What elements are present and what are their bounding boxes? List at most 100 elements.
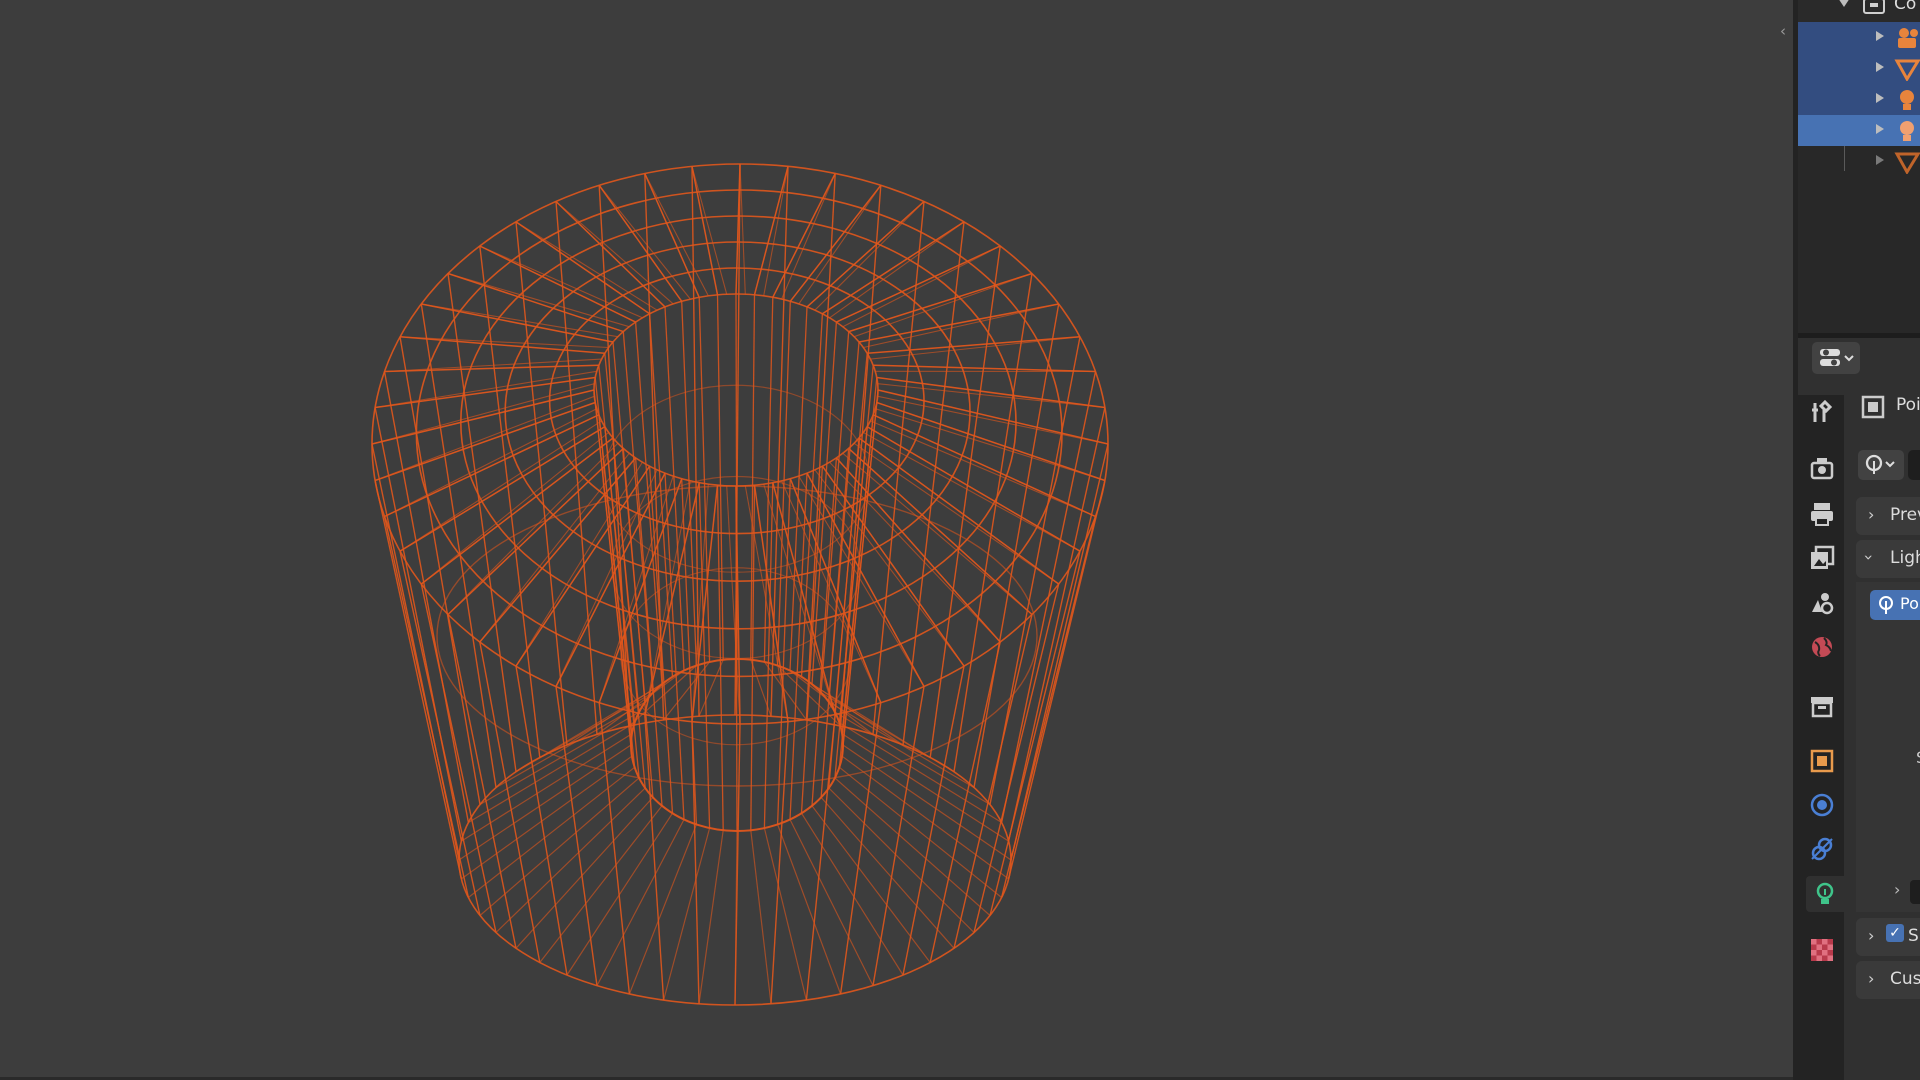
mesh-edge — [628, 824, 697, 995]
panel-light[interactable]: › Ligh — [1856, 540, 1920, 578]
light-icon — [1865, 454, 1895, 474]
light-point-icon — [1879, 596, 1893, 614]
mesh-edge — [691, 166, 719, 295]
mesh-edge — [848, 447, 1033, 616]
world-icon[interactable] — [1808, 633, 1836, 661]
chevron-right-icon[interactable]: › — [1894, 880, 1900, 899]
light-icon — [1900, 121, 1914, 141]
mesh-edge — [447, 442, 619, 615]
chevron-left-icon[interactable]: ‹ — [1776, 20, 1790, 42]
panel-custom-properties[interactable]: › Cus — [1856, 961, 1920, 999]
mesh-edge — [839, 766, 1002, 898]
mesh-edge — [1007, 480, 1106, 880]
mesh-edge — [644, 714, 665, 1001]
mesh-edge — [374, 407, 463, 842]
3d-viewport[interactable]: ‹ — [0, 0, 1793, 1077]
mesh-edge — [539, 805, 663, 963]
collection-icon[interactable] — [1808, 692, 1836, 720]
panel-shadow-label: S — [1908, 926, 1919, 946]
mesh-edge — [870, 336, 1081, 360]
outliner-row-camera[interactable] — [1798, 22, 1920, 53]
render-icon[interactable] — [1808, 454, 1836, 482]
scene-icon[interactable] — [1808, 588, 1836, 616]
expand-triangle-icon[interactable] — [1876, 155, 1884, 165]
mesh-edge — [877, 389, 1109, 445]
mesh-edge — [596, 670, 685, 735]
mesh-edge — [805, 173, 836, 720]
tool-icon[interactable] — [1808, 398, 1836, 426]
output-icon[interactable] — [1808, 500, 1836, 528]
texture-icon[interactable] — [1808, 936, 1836, 964]
object-data-icon — [1861, 395, 1885, 419]
mesh-edge — [383, 371, 470, 823]
outliner-row-mesh-2[interactable] — [1798, 146, 1920, 177]
mesh-edge — [461, 755, 633, 880]
panel-custom-label: Cus — [1890, 969, 1920, 989]
mesh-edge — [821, 221, 965, 315]
light-icon — [1900, 90, 1914, 110]
mesh-edge — [902, 665, 965, 976]
mesh-edge — [555, 686, 598, 986]
mesh-edge — [838, 365, 874, 723]
editor-type-dropdown[interactable] — [1812, 342, 1860, 374]
expand-triangle-icon[interactable] — [1876, 62, 1884, 72]
wireframe-mesh — [371, 163, 1109, 1006]
properties-tab-strip — [1798, 395, 1844, 1080]
mesh-edge — [691, 721, 700, 1004]
mesh-edge — [515, 221, 568, 746]
light-datablock-name-field[interactable] — [1908, 450, 1920, 480]
outliner[interactable]: Co — [1798, 0, 1920, 333]
mesh-edge — [1000, 516, 1097, 898]
constraint-icon[interactable] — [1808, 835, 1836, 863]
mesh-edge — [371, 389, 595, 445]
panel-preview-label: Prev — [1890, 505, 1920, 525]
mesh-edge — [805, 714, 836, 1001]
outliner-row-mesh[interactable] — [1798, 53, 1920, 84]
mesh-edge — [644, 173, 665, 720]
light-data-tab[interactable] — [1806, 876, 1844, 912]
mesh-edge — [1007, 407, 1106, 842]
mesh-edge — [598, 702, 631, 995]
mesh-edge — [479, 711, 640, 806]
mesh-edge — [848, 272, 1033, 333]
object-icon[interactable] — [1808, 747, 1836, 775]
panel-light-label: Ligh — [1890, 548, 1920, 568]
data-name-label: Poi — [1896, 395, 1920, 415]
expand-triangle-icon[interactable] — [1876, 31, 1884, 41]
mesh-edge — [479, 777, 640, 916]
light-panel-body — [1856, 582, 1920, 912]
subpanel-field[interactable] — [1910, 880, 1920, 904]
mesh-edge — [495, 787, 646, 933]
panel-preview[interactable]: › Prev — [1856, 497, 1920, 535]
chevron-right-icon: › — [1868, 505, 1875, 524]
expand-triangle-icon[interactable] — [1876, 93, 1884, 103]
collection-label: Co — [1894, 0, 1917, 14]
mesh-edge — [698, 659, 724, 717]
light-datablock-dropdown[interactable] — [1858, 450, 1904, 480]
mesh-edge — [750, 830, 772, 1004]
mesh-edge — [515, 221, 658, 311]
outliner-row-light[interactable] — [1798, 84, 1920, 115]
modifier-icon[interactable] — [1808, 791, 1836, 819]
mesh-icon — [1894, 59, 1920, 81]
properties-editor-icon — [1820, 349, 1854, 366]
mesh-edge — [399, 420, 602, 552]
mesh-edge — [834, 711, 991, 806]
mesh-edge — [872, 686, 925, 986]
shadow-checkbox[interactable]: ✓ — [1886, 924, 1904, 942]
outliner-row-light-active[interactable] — [1798, 115, 1920, 146]
mesh-edge — [384, 364, 599, 373]
expand-triangle-icon[interactable] — [1876, 124, 1884, 134]
camera-icon — [1898, 28, 1918, 48]
mesh-icon — [1894, 152, 1920, 174]
mesh-edge — [829, 221, 965, 319]
mesh-edge — [399, 336, 605, 355]
light-type-point-button[interactable]: Po — [1870, 590, 1920, 620]
mesh-edge — [739, 163, 746, 295]
outliner-row-collection[interactable]: Co — [1798, 0, 1920, 23]
collection-icon — [1863, 0, 1885, 14]
view-layer-icon[interactable] — [1808, 544, 1836, 572]
collapse-triangle-icon[interactable] — [1838, 0, 1850, 7]
mesh-edge — [374, 395, 595, 482]
mesh-edge — [515, 221, 651, 315]
